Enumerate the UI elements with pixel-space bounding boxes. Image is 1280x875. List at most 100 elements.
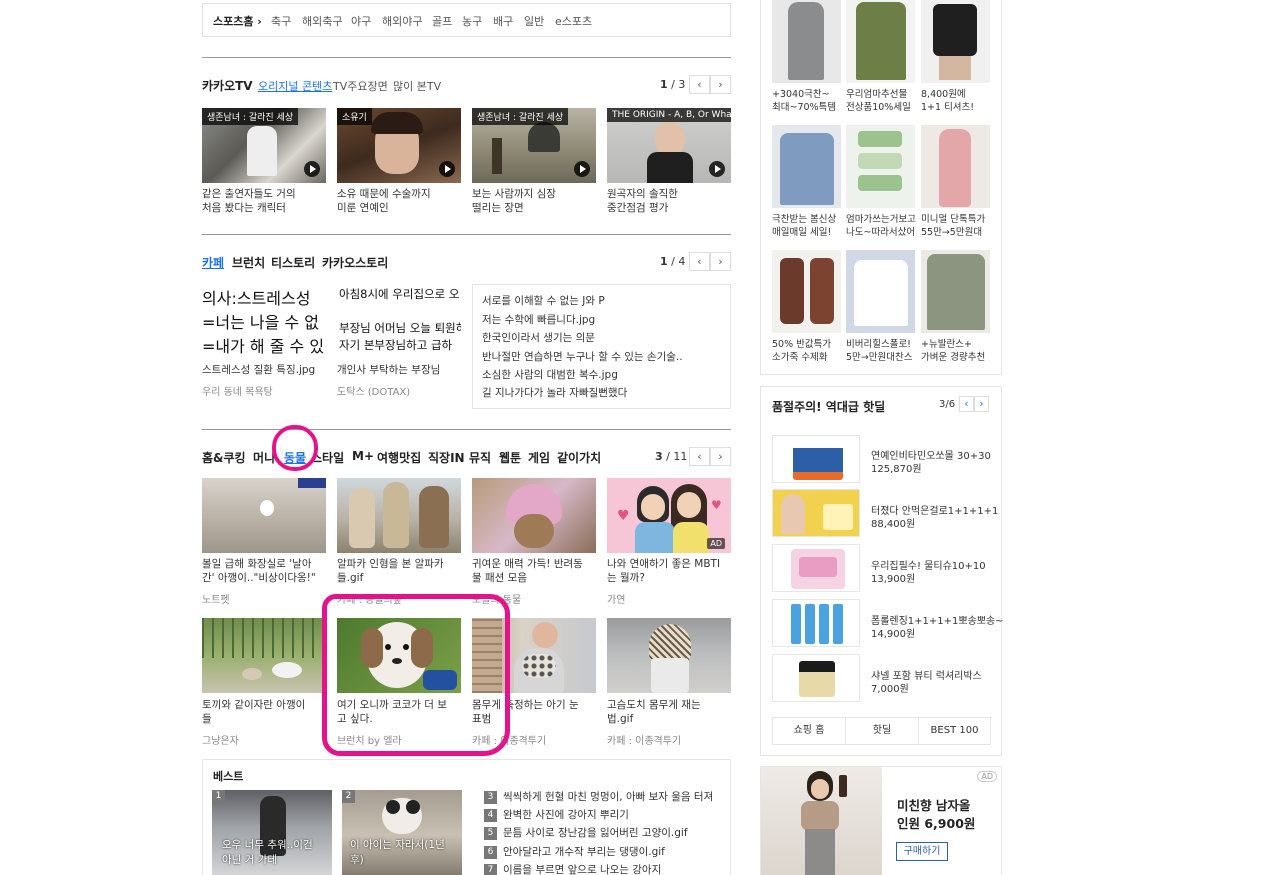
product-caption[interactable]: 극찬받는 봄신상 매일매일 세일!: [772, 213, 844, 239]
post-title[interactable]: 개인사 부탁하는 부장님: [337, 363, 461, 377]
best-list-item[interactable]: 5 문틈 사이로 장난감을 잃어버린 고양이.gif: [484, 825, 688, 840]
tab-tistory[interactable]: 티스토리: [271, 254, 315, 271]
product-image[interactable]: [772, 250, 841, 333]
post-thumbnail[interactable]: [472, 478, 596, 553]
sports-link[interactable]: 농구: [462, 13, 482, 29]
product-caption[interactable]: 8,400원에 1+1 티셔츠!: [921, 88, 993, 114]
post-list-item[interactable]: 서로를 이해할 수 없는 J와 P: [482, 293, 605, 308]
next-button[interactable]: ›: [974, 396, 989, 412]
sports-link[interactable]: 야구: [351, 13, 371, 29]
video-thumbnail[interactable]: 소유기: [337, 108, 461, 183]
best-list-item[interactable]: 4 완벽한 사진에 강아지 뿌리기: [484, 807, 629, 822]
product-image[interactable]: [921, 250, 990, 333]
next-button[interactable]: ›: [710, 252, 731, 271]
prev-button[interactable]: ‹: [959, 396, 974, 412]
post-list-item[interactable]: 길 지나가다가 놀라 자빠질뻔했다: [482, 385, 627, 400]
ad-copy[interactable]: 미친향 남자올 인원 6,900원: [897, 797, 975, 833]
post-list-item[interactable]: 반나절만 연습하면 누구나 할 수 있는 손기술..: [482, 349, 683, 364]
product-image[interactable]: [921, 0, 990, 83]
post-list-item[interactable]: 저는 수학에 빠릅니다.jpg: [482, 312, 595, 327]
video-thumbnail[interactable]: 생존남녀 : 갈라진 세상: [202, 108, 326, 183]
sports-link[interactable]: 골프: [432, 13, 452, 29]
best-thumbnail[interactable]: 1 오우 너무 추워..이건 아닌 거 가테: [212, 790, 332, 875]
post-title[interactable]: 나와 연애하기 좋은 MBTI 는 뭘까?: [607, 557, 731, 585]
section-title-kakaotv[interactable]: 카카오TV: [202, 77, 253, 94]
tab-brunch[interactable]: 브런치: [232, 254, 265, 271]
sports-link[interactable]: 해외야구: [382, 13, 422, 29]
video-thumbnail[interactable]: THE ORIGIN - A, B, Or What?: [607, 108, 731, 183]
best-list-item[interactable]: 6 안아달라고 개수작 부리는 댕댕이.gif: [484, 844, 665, 859]
sports-home-link[interactable]: 스포츠홈 ›: [213, 13, 262, 29]
best-thumbnail[interactable]: 2 이 아이는 자라서(1년 후): [342, 790, 462, 875]
post-title[interactable]: 토끼와 같이자란 아깽이 들: [202, 698, 326, 726]
tab-mplus[interactable]: M+: [352, 449, 374, 463]
product-caption[interactable]: 미니멀 단톡특가 55만→5만원대: [921, 213, 993, 239]
tab-webtoon[interactable]: 웹툰: [499, 449, 521, 466]
hotdeal-image[interactable]: [772, 599, 860, 647]
sports-link[interactable]: 배구: [493, 13, 513, 29]
hotdeal-image[interactable]: [772, 435, 860, 483]
video-title[interactable]: 소유 때문에 수술까지 미룬 연예인: [337, 187, 461, 215]
sports-link[interactable]: 일반: [524, 13, 544, 29]
post-thumbnail[interactable]: 의사:스트레스성 =너는 나을 수 없 =내가 해 줄 수 있: [202, 284, 326, 359]
product-image[interactable]: [846, 250, 915, 333]
post-list-item[interactable]: 소심한 사람의 대범한 복수.jpg: [482, 367, 618, 382]
tab-most-viewed[interactable]: 많이 본TV: [393, 78, 441, 94]
product-image[interactable]: [772, 125, 841, 208]
video-thumbnail[interactable]: 생존남녀 : 갈라진 세상: [472, 108, 596, 183]
post-title[interactable]: 스트레스성 질환 특징.jpg: [202, 363, 326, 377]
post-list-item[interactable]: 한국인이라서 생기는 의문: [482, 330, 595, 345]
product-image[interactable]: [772, 0, 841, 83]
sports-link[interactable]: 해외축구: [302, 13, 342, 29]
post-title[interactable]: 고슴도치 몸무게 재는 법.gif: [607, 698, 731, 726]
ad-image[interactable]: [761, 767, 882, 875]
tab-game[interactable]: 게임: [528, 449, 550, 466]
post-thumbnail[interactable]: 아침8시에 우리집으로 오 부장님 어머님 오늘 퇴원하 자기 본부장님하고 급…: [337, 284, 461, 359]
tab-tv-highlights[interactable]: TV주요장면: [333, 78, 388, 94]
product-caption[interactable]: +3040극찬~ 최대~70%특템: [772, 88, 844, 114]
video-title[interactable]: 원곡자의 솔직한 중간점검 평가: [607, 187, 731, 215]
sports-link[interactable]: e스포츠: [555, 13, 592, 29]
hotdeal-image[interactable]: [772, 544, 860, 592]
product-caption[interactable]: 엄마가쓰는거보고 나도~따라서샀어: [846, 213, 918, 239]
tab-music[interactable]: 뮤직: [469, 449, 491, 466]
tab-travel-food[interactable]: 여행맛집: [377, 449, 421, 466]
prev-button[interactable]: ‹: [689, 252, 710, 271]
post-thumbnail[interactable]: [607, 618, 731, 693]
tab-work[interactable]: 직장IN: [428, 449, 465, 466]
next-button[interactable]: ›: [710, 75, 731, 94]
post-thumbnail[interactable]: [202, 478, 326, 553]
tab-home-cooking[interactable]: 홈&쿠킹: [202, 449, 246, 466]
shopping-home-tab[interactable]: 쇼핑 홈: [772, 717, 846, 745]
product-caption[interactable]: 우리엄마추선물 전상품10%세일: [846, 88, 918, 114]
product-caption[interactable]: +뉴발란스+ 가벼운 경량추천: [921, 338, 993, 364]
tab-original[interactable]: 오리지널 콘텐츠: [258, 78, 332, 94]
next-button[interactable]: ›: [710, 447, 731, 466]
video-title[interactable]: 같은 출연자들도 거의 처음 봤다는 캐릭터: [202, 187, 326, 215]
ad-thumbnail[interactable]: ♥ ♥ AD: [607, 478, 731, 553]
buy-button[interactable]: 구매하기: [896, 842, 948, 861]
hotdeal-image[interactable]: [772, 489, 860, 537]
post-title[interactable]: 알파카 인형을 본 알파카 들.gif: [337, 557, 461, 585]
post-thumbnail[interactable]: [202, 618, 326, 693]
hotdeal-tab[interactable]: 핫딜: [845, 717, 919, 745]
prev-button[interactable]: ‹: [689, 75, 710, 94]
prev-button[interactable]: ‹: [689, 447, 710, 466]
product-caption[interactable]: 비버리힐스폴로! 5만→만원대찬스: [846, 338, 918, 364]
post-title[interactable]: 귀여운 매력 가득! 반려동 물 패션 모음: [472, 557, 596, 585]
post-thumbnail[interactable]: [337, 478, 461, 553]
tab-cafe[interactable]: 카페: [202, 254, 224, 271]
video-title[interactable]: 보는 사람까지 심장 떨리는 장면: [472, 187, 596, 215]
sports-link[interactable]: 축구: [271, 13, 291, 29]
product-caption[interactable]: 50% 반값특가 소가죽 수제화: [772, 338, 844, 364]
product-image[interactable]: [921, 125, 990, 208]
product-image[interactable]: [846, 0, 915, 83]
tab-kakaostory[interactable]: 카카오스토리: [322, 254, 388, 271]
best-list-item[interactable]: 7 이름을 부르면 앞으로 나오는 강아지: [484, 862, 661, 875]
tab-together[interactable]: 같이가치: [557, 449, 601, 466]
product-image[interactable]: [846, 125, 915, 208]
best-list-item[interactable]: 3 씩씩하게 헌혈 마친 멍멍이, 아빠 보자 울음 터져: [484, 789, 713, 804]
post-title[interactable]: 볼일 급해 화장실로 '날아 간' 아깽이.."비상이다옹!": [202, 557, 326, 585]
hotdeal-image[interactable]: [772, 654, 860, 702]
best100-tab[interactable]: BEST 100: [918, 717, 991, 745]
